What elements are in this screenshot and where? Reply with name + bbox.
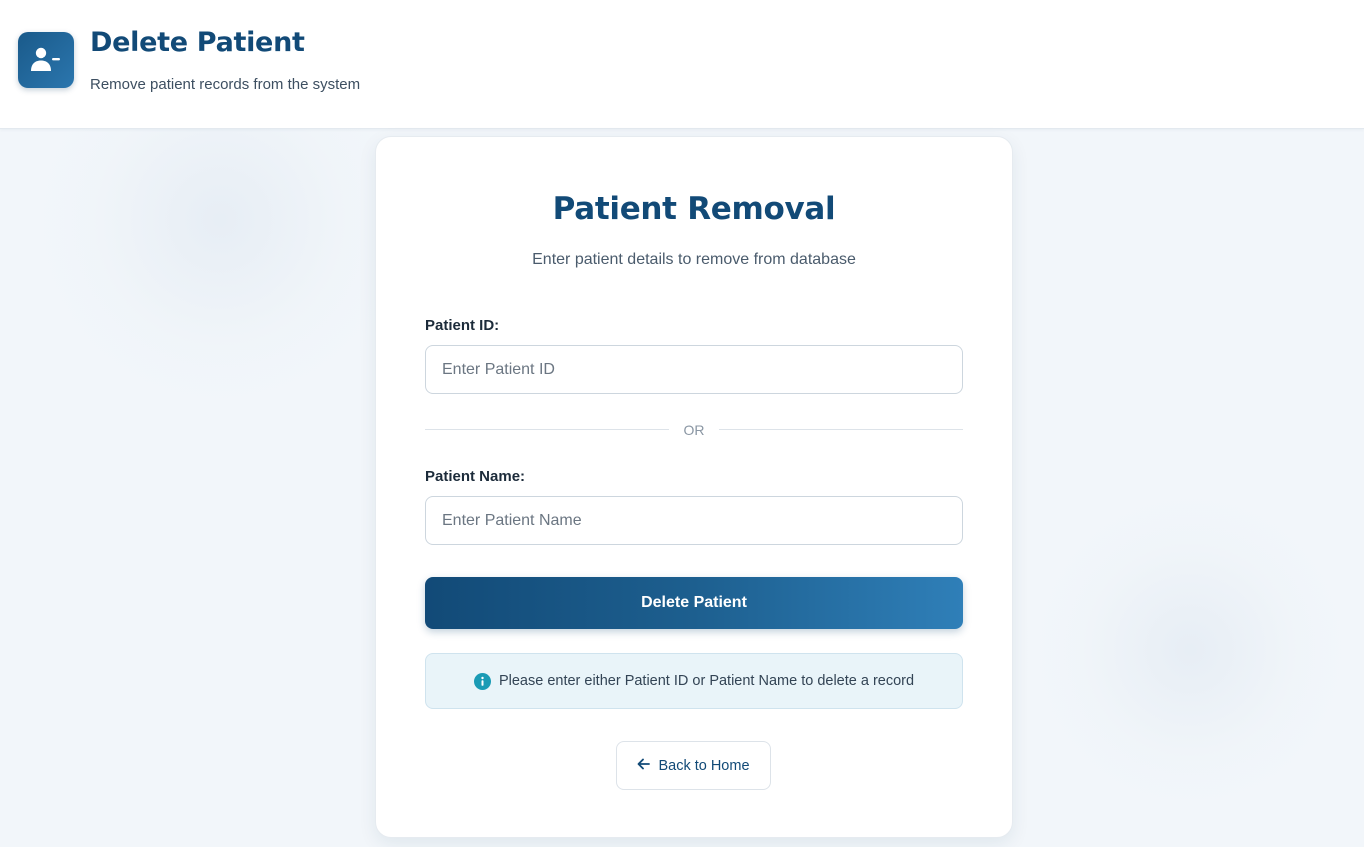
or-divider-text: OR: [683, 422, 705, 438]
patient-id-label: Patient ID:: [425, 317, 500, 334]
page-header: Delete Patient Remove patient records fr…: [0, 0, 1364, 129]
background-decoration: [1020, 480, 1360, 820]
patient-id-input[interactable]: [425, 345, 963, 394]
patient-name-input[interactable]: [425, 496, 963, 545]
back-to-home-label: Back to Home: [658, 757, 750, 774]
card-title: Patient Removal: [552, 191, 836, 227]
info-message-text: Please enter either Patient ID or Patien…: [498, 673, 915, 689]
arrow-left-icon: [637, 758, 651, 774]
page-subtitle: Remove patient records from the system: [90, 76, 361, 93]
card-subtitle: Enter patient details to remove from dat…: [532, 251, 856, 268]
delete-patient-button[interactable]: Delete Patient: [425, 577, 963, 629]
divider-line: [719, 429, 963, 430]
page-title: Delete Patient: [90, 27, 305, 58]
divider-line: [425, 429, 669, 430]
patient-name-label: Patient Name:: [425, 468, 526, 485]
back-to-home-button[interactable]: Back to Home: [616, 741, 771, 790]
info-message: Please enter either Patient ID or Patien…: [425, 653, 963, 709]
info-circle-icon: [473, 672, 491, 690]
patient-removal-card: Patient Removal Enter patient details to…: [375, 136, 1013, 838]
user-minus-icon: [18, 32, 74, 88]
